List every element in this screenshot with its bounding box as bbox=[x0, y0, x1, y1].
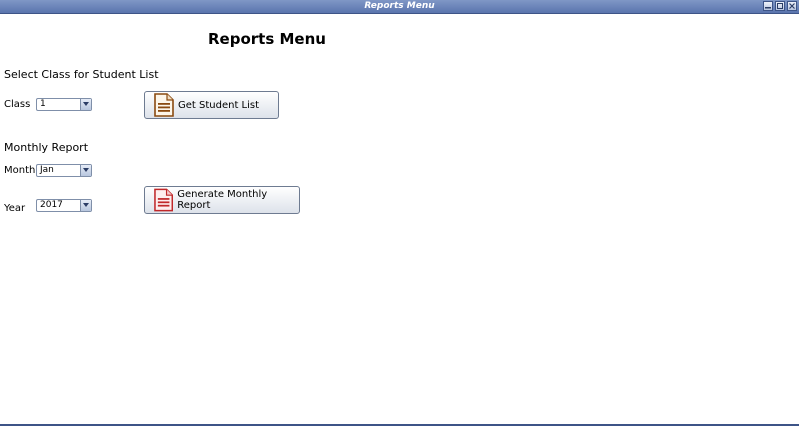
monthly-report-section-title: Monthly Report bbox=[4, 141, 89, 154]
get-student-list-button[interactable]: Get Student List bbox=[144, 91, 279, 119]
title-bar[interactable]: Reports Menu bbox=[0, 0, 799, 14]
window-controls bbox=[763, 1, 797, 11]
month-select-value: Jan bbox=[40, 165, 54, 175]
class-label: Class bbox=[4, 99, 31, 110]
document-icon bbox=[154, 93, 174, 117]
chevron-down-icon[interactable] bbox=[80, 165, 91, 176]
year-select[interactable]: 2017 bbox=[36, 199, 92, 212]
chevron-down-icon[interactable] bbox=[80, 200, 91, 211]
page-title: Reports Menu bbox=[208, 30, 326, 48]
class-select-value: 1 bbox=[40, 99, 46, 109]
month-select[interactable]: Jan bbox=[36, 164, 92, 177]
year-select-value: 2017 bbox=[40, 200, 63, 210]
class-select[interactable]: 1 bbox=[36, 98, 92, 111]
month-label: Month bbox=[4, 165, 36, 176]
chevron-down-icon[interactable] bbox=[80, 99, 91, 110]
get-student-list-label: Get Student List bbox=[178, 99, 260, 111]
generate-monthly-report-label: Generate Monthly Report bbox=[177, 189, 268, 211]
generate-monthly-report-button[interactable]: Generate Monthly Report bbox=[144, 186, 300, 214]
window-title: Reports Menu bbox=[364, 1, 435, 11]
student-list-section-title: Select Class for Student List bbox=[4, 68, 159, 81]
minimize-icon[interactable] bbox=[763, 1, 773, 11]
maximize-icon[interactable] bbox=[775, 1, 785, 11]
close-icon[interactable] bbox=[787, 1, 797, 11]
pdf-document-icon bbox=[154, 188, 174, 212]
year-label: Year bbox=[4, 203, 26, 214]
